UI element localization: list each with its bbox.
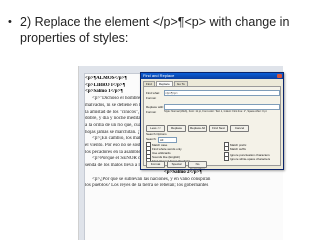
dialog-tabs: Find Replace Go To (141, 79, 283, 86)
find-replace-dialog: Find and Replace Find Replace Go To Find… (140, 72, 284, 170)
replace-format-label: Format: (146, 110, 157, 114)
slide-bullet-point: • 2) Replace the element </p>¶<p> with c… (8, 14, 314, 46)
find-next-button[interactable]: Find Next (209, 125, 228, 132)
close-icon[interactable] (277, 74, 282, 78)
slide-instruction-text: 2) Replace the element </p>¶<p> with cha… (20, 15, 290, 45)
document-line: los pueblos? Los reyes de la tierra se r… (85, 183, 209, 189)
format-button[interactable]: Format (146, 161, 165, 168)
special-button[interactable]: Special (167, 161, 186, 168)
search-label: Search: (146, 137, 157, 141)
document-line: <p>¿Por qué se sublevan las naciones, y … (92, 176, 211, 182)
dialog-body: Find what: </p>¶<p> Format: Replace with… (143, 86, 281, 169)
replace-format-row: Format: Style: Normal (Web), Font: 11 pt… (146, 110, 280, 114)
ignore-whitespace-checkbox[interactable]: Ignore white-space characters (224, 156, 270, 161)
presentation-slide: • 2) Replace the element </p>¶<p> with c… (0, 0, 320, 240)
dialog-titlebar: Find and Replace (141, 73, 283, 79)
replace-button[interactable]: Replace (167, 125, 186, 132)
bullet-icon: • (8, 16, 12, 28)
find-format-row: Format: (146, 96, 280, 100)
search-options-label: Search Options (146, 132, 167, 136)
find-what-label: Find what: (146, 91, 160, 95)
cancel-button[interactable]: Cancel (230, 125, 249, 132)
replace-format-value: Style: Normal (Web), Font: 11 pt, Font c… (164, 110, 267, 113)
less-button[interactable]: Less << (146, 125, 165, 132)
replace-with-label: Replace with: (146, 105, 165, 109)
document-line: <p>Salmo 2</p>¶ (163, 169, 203, 175)
no-formatting-button[interactable]: No Formatting (188, 161, 207, 169)
dialog-title: Find and Replace (143, 73, 175, 78)
dialog-action-buttons: Less << Replace Replace All Find Next Ca… (146, 125, 251, 132)
match-suffix-checkbox[interactable]: Match suffix (224, 146, 246, 151)
replace-all-button[interactable]: Replace All (188, 125, 207, 132)
replace-bottom-buttons: Format Special No Formatting (146, 161, 209, 169)
find-format-label: Format: (146, 96, 157, 100)
